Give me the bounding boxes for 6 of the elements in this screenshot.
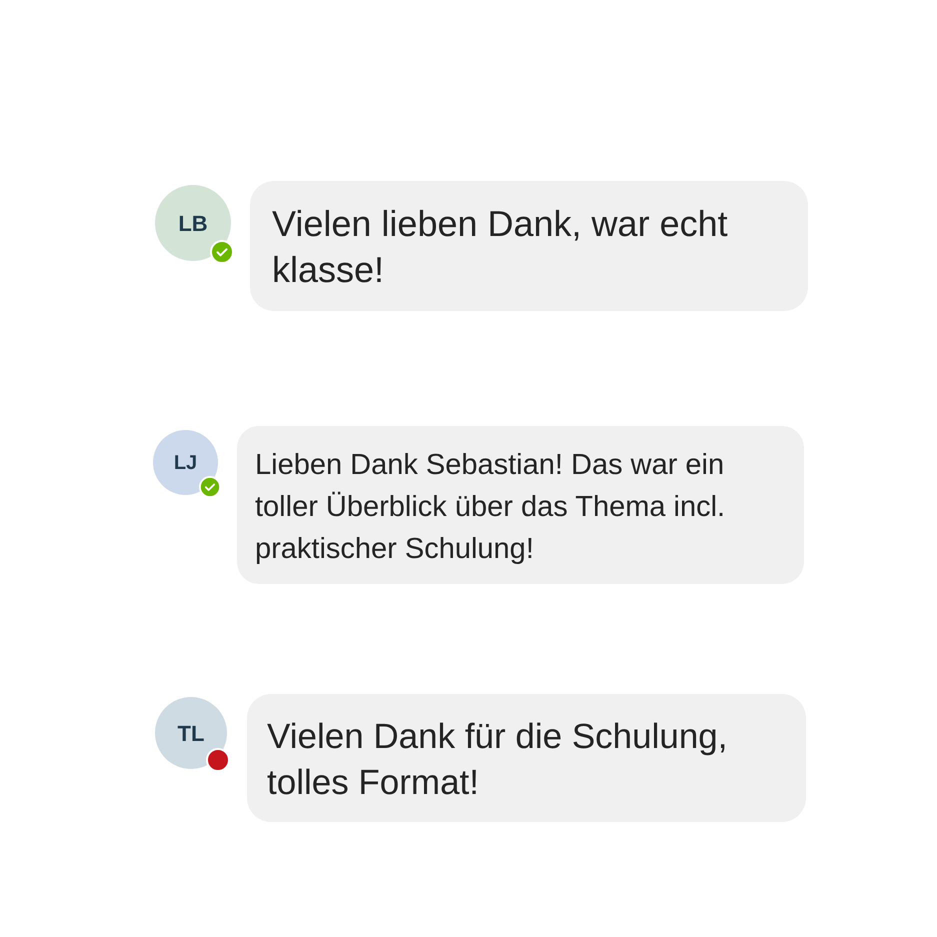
avatar: TL — [155, 697, 227, 769]
avatar: LB — [155, 185, 231, 261]
message-bubble: Lieben Dank Sebastian! Das war ein toller Überblick über das Thema incl. praktischer Schulung! — [237, 426, 804, 584]
avatar: LJ — [153, 430, 218, 495]
message-bubble: Vielen lieben Dank, war echt klasse! — [250, 181, 808, 311]
message-bubble: Vielen Dank für die Schulung, tolles Format! — [247, 694, 806, 822]
